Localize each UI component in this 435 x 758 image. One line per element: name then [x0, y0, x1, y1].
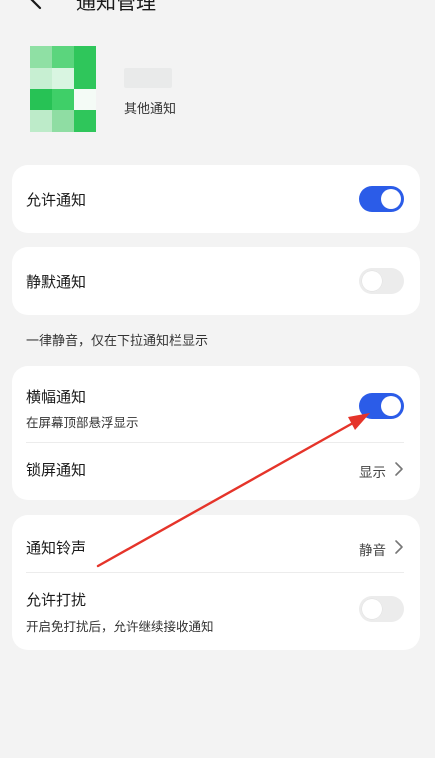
- toggle-knob: [381, 396, 401, 416]
- silent-notifications-toggle[interactable]: [359, 268, 404, 294]
- silent-notifications-label: 静默通知: [26, 273, 87, 291]
- row-banner-notifications[interactable]: 横幅通知 在屏幕顶部悬浮显示: [12, 366, 420, 442]
- row-silent-notifications[interactable]: 静默通知: [12, 247, 420, 315]
- card-allow-notifications: 允许通知: [12, 165, 420, 233]
- banner-notifications-label: 横幅通知: [26, 388, 87, 406]
- chevron-right-icon: [395, 540, 403, 554]
- toggle-knob: [381, 189, 401, 209]
- notification-ringtone-label: 通知铃声: [26, 539, 87, 557]
- app-name: 其他通知: [124, 102, 177, 117]
- page-title: 通知管理: [76, 0, 156, 14]
- header: 通知管理: [0, 0, 435, 20]
- row-allow-disturb[interactable]: 允许打扰 开启免打扰后，允许继续接收通知: [12, 573, 420, 650]
- allow-disturb-label: 允许打扰: [26, 591, 87, 609]
- card-silent-notifications: 静默通知: [12, 247, 420, 315]
- back-arrow-icon[interactable]: [26, 0, 46, 12]
- app-name-placeholder: [124, 68, 172, 88]
- allow-disturb-toggle[interactable]: [359, 596, 404, 622]
- row-lock-screen-notifications[interactable]: 锁屏通知 显示: [12, 443, 420, 500]
- row-notification-ringtone[interactable]: 通知铃声 静音: [12, 515, 420, 572]
- toggle-knob: [362, 271, 382, 291]
- chevron-right-icon: [395, 462, 403, 476]
- notification-ringtone-value: 静音: [359, 543, 386, 559]
- lock-screen-notifications-label: 锁屏通知: [26, 461, 87, 479]
- app-info: 其他通知: [30, 46, 410, 132]
- allow-notifications-toggle[interactable]: [359, 186, 404, 212]
- allow-notifications-label: 允许通知: [26, 191, 87, 209]
- card-ringtone-dnd: 通知铃声 静音 允许打扰 开启免打扰后，允许继续接收通知: [12, 515, 420, 650]
- lock-screen-notifications-value: 显示: [359, 465, 386, 481]
- row-allow-notifications[interactable]: 允许通知: [12, 165, 420, 233]
- card-banner-lock: 横幅通知 在屏幕顶部悬浮显示 锁屏通知 显示: [12, 366, 420, 500]
- allow-disturb-sub: 开启免打扰后，允许继续接收通知: [26, 619, 214, 634]
- app-icon: [30, 46, 96, 132]
- silent-notifications-note: 一律静音，仅在下拉通知栏显示: [26, 334, 209, 349]
- toggle-knob: [362, 599, 382, 619]
- banner-notifications-toggle[interactable]: [359, 393, 404, 419]
- banner-notifications-sub: 在屏幕顶部悬浮显示: [26, 415, 139, 430]
